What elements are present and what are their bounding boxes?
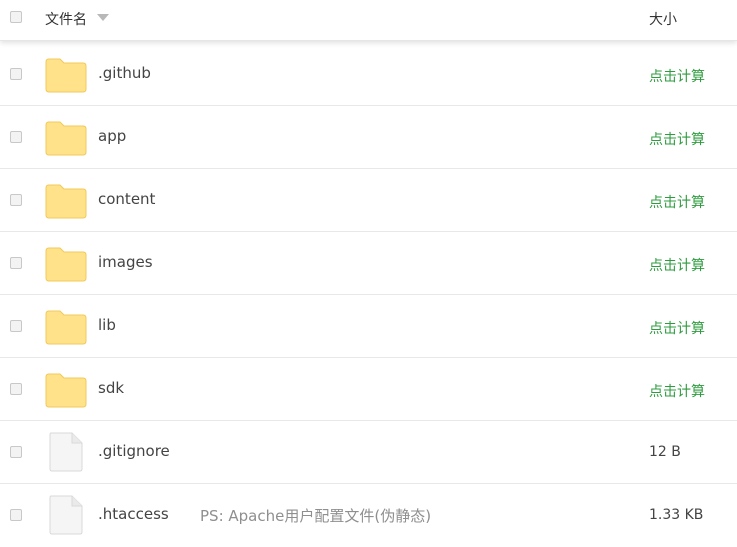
calc-size-link[interactable]: 点击计算 [649,192,705,212]
file-list: .github 点击计算 app 点击计算 content 点击计算 image… [0,43,737,547]
file-row[interactable]: content 点击计算 [0,169,737,232]
file-name[interactable]: images [98,253,153,271]
folder-icon [45,246,87,286]
file-size: 12 B [649,444,681,460]
calc-size-link[interactable]: 点击计算 [649,129,705,149]
calc-size-link[interactable]: 点击计算 [649,66,705,86]
file-icon [48,495,84,539]
file-note: PS: Apache用户配置文件(伪静态) [200,507,432,525]
row-checkbox[interactable] [10,383,22,395]
row-checkbox[interactable] [10,509,22,521]
file-name[interactable]: .github [98,64,151,82]
file-name[interactable]: app [98,127,126,145]
folder-icon [45,120,87,160]
row-checkbox[interactable] [10,257,22,269]
file-name[interactable]: .htaccess [98,505,169,523]
file-name[interactable]: content [98,190,155,208]
file-name[interactable]: .gitignore [98,442,170,460]
column-header-size[interactable]: 大小 [649,9,677,29]
calc-size-link[interactable]: 点击计算 [649,255,705,275]
select-all-checkbox[interactable] [10,11,22,23]
file-row[interactable]: app 点击计算 [0,106,737,169]
folder-icon [45,309,87,349]
file-icon [48,432,84,476]
file-row[interactable]: images 点击计算 [0,232,737,295]
file-list-header: 文件名 大小 [0,0,737,41]
calc-size-link[interactable]: 点击计算 [649,381,705,401]
file-name[interactable]: lib [98,316,116,334]
row-checkbox[interactable] [10,194,22,206]
calc-size-link[interactable]: 点击计算 [649,318,705,338]
sort-down-icon[interactable] [97,14,109,21]
column-header-name[interactable]: 文件名 [45,9,87,29]
folder-icon [45,372,87,412]
file-row[interactable]: lib 点击计算 [0,295,737,358]
file-row[interactable]: .htaccess PS: Apache用户配置文件(伪静态) 1.33 KB [0,484,737,547]
file-row[interactable]: .gitignore 12 B [0,421,737,484]
file-name[interactable]: sdk [98,379,124,397]
file-size: 1.33 KB [649,507,704,523]
folder-icon [45,183,87,223]
folder-icon [45,57,87,97]
row-checkbox[interactable] [10,68,22,80]
file-row[interactable]: sdk 点击计算 [0,358,737,421]
row-checkbox[interactable] [10,446,22,458]
row-checkbox[interactable] [10,320,22,332]
file-row[interactable]: .github 点击计算 [0,43,737,106]
row-checkbox[interactable] [10,131,22,143]
